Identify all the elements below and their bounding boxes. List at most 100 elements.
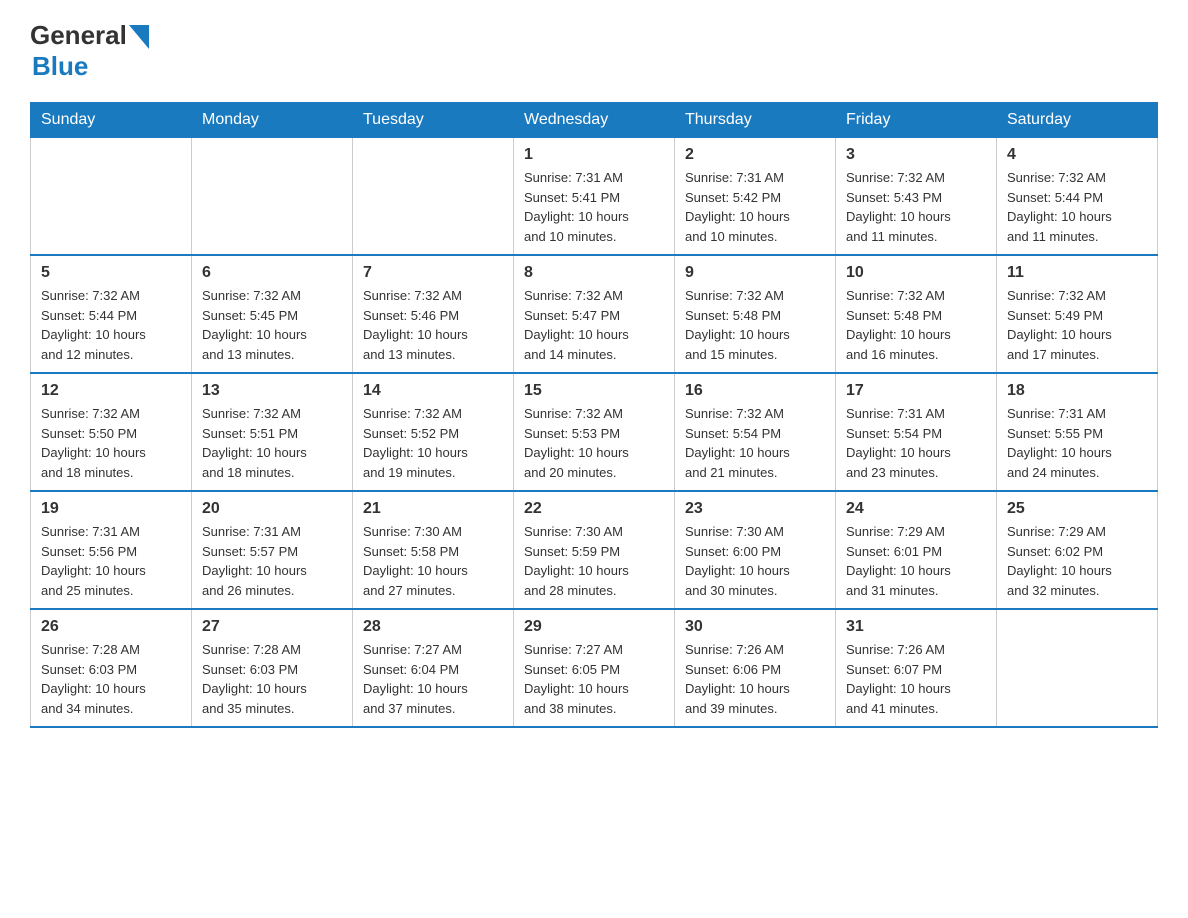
calendar-header-monday: Monday: [192, 103, 353, 138]
day-info: Sunrise: 7:31 AMSunset: 5:42 PMDaylight:…: [685, 168, 825, 246]
calendar-table: SundayMondayTuesdayWednesdayThursdayFrid…: [30, 102, 1158, 728]
day-number: 3: [846, 146, 986, 164]
logo-top-row: General: [30, 20, 149, 51]
day-info: Sunrise: 7:30 AMSunset: 5:58 PMDaylight:…: [363, 522, 503, 600]
calendar-header-tuesday: Tuesday: [353, 103, 514, 138]
day-number: 21: [363, 500, 503, 518]
calendar-cell: 17 Sunrise: 7:31 AMSunset: 5:54 PMDayligh…: [836, 373, 997, 491]
day-number: 8: [524, 264, 664, 282]
day-info: Sunrise: 7:30 AMSunset: 6:00 PMDaylight:…: [685, 522, 825, 600]
calendar-cell: [353, 138, 514, 256]
calendar-header-friday: Friday: [836, 103, 997, 138]
calendar-cell: [192, 138, 353, 256]
calendar-header-sunday: Sunday: [31, 103, 192, 138]
day-number: 22: [524, 500, 664, 518]
day-info: Sunrise: 7:32 AMSunset: 5:51 PMDaylight:…: [202, 404, 342, 482]
day-number: 26: [41, 618, 181, 636]
calendar-cell: 8 Sunrise: 7:32 AMSunset: 5:47 PMDaylight…: [514, 255, 675, 373]
calendar-cell: 29 Sunrise: 7:27 AMSunset: 6:05 PMDayligh…: [514, 609, 675, 727]
day-number: 18: [1007, 382, 1147, 400]
day-number: 17: [846, 382, 986, 400]
day-info: Sunrise: 7:28 AMSunset: 6:03 PMDaylight:…: [202, 640, 342, 718]
day-info: Sunrise: 7:27 AMSunset: 6:04 PMDaylight:…: [363, 640, 503, 718]
calendar-cell: 25Sunrise: 7:29 AMSunset: 6:02 PMDayligh…: [997, 491, 1158, 609]
calendar-cell: 13 Sunrise: 7:32 AMSunset: 5:51 PMDayligh…: [192, 373, 353, 491]
day-number: 20: [202, 500, 342, 518]
calendar-cell: 1Sunrise: 7:31 AMSunset: 5:41 PMDaylight…: [514, 138, 675, 256]
day-number: 6: [202, 264, 342, 282]
logo-triangle-icon: [129, 25, 149, 49]
day-info: Sunrise: 7:31 AMSunset: 5:41 PMDaylight:…: [524, 168, 664, 246]
calendar-cell: 12 Sunrise: 7:32 AMSunset: 5:50 PMDayligh…: [31, 373, 192, 491]
calendar-cell: 11 Sunrise: 7:32 AMSunset: 5:49 PMDayligh…: [997, 255, 1158, 373]
day-info: Sunrise: 7:32 AMSunset: 5:47 PMDaylight:…: [524, 286, 664, 364]
day-number: 11: [1007, 264, 1147, 282]
day-info: Sunrise: 7:32 AMSunset: 5:43 PMDaylight:…: [846, 168, 986, 246]
calendar-week-2: 5 Sunrise: 7:32 AMSunset: 5:44 PMDaylight…: [31, 255, 1158, 373]
day-info: Sunrise: 7:32 AMSunset: 5:52 PMDaylight:…: [363, 404, 503, 482]
calendar-cell: 19Sunrise: 7:31 AMSunset: 5:56 PMDayligh…: [31, 491, 192, 609]
day-number: 29: [524, 618, 664, 636]
day-number: 7: [363, 264, 503, 282]
calendar-week-1: 1Sunrise: 7:31 AMSunset: 5:41 PMDaylight…: [31, 138, 1158, 256]
calendar-cell: 16Sunrise: 7:32 AMSunset: 5:54 PMDayligh…: [675, 373, 836, 491]
day-info: Sunrise: 7:32 AMSunset: 5:50 PMDaylight:…: [41, 404, 181, 482]
day-info: Sunrise: 7:31 AMSunset: 5:55 PMDaylight:…: [1007, 404, 1147, 482]
calendar-cell: [997, 609, 1158, 727]
day-number: 15: [524, 382, 664, 400]
calendar-week-4: 19Sunrise: 7:31 AMSunset: 5:56 PMDayligh…: [31, 491, 1158, 609]
calendar-cell: 28Sunrise: 7:27 AMSunset: 6:04 PMDayligh…: [353, 609, 514, 727]
day-number: 13: [202, 382, 342, 400]
calendar-cell: 14 Sunrise: 7:32 AMSunset: 5:52 PMDayligh…: [353, 373, 514, 491]
logo: General Blue: [30, 20, 149, 82]
calendar-cell: 22 Sunrise: 7:30 AMSunset: 5:59 PMDayligh…: [514, 491, 675, 609]
calendar-header-thursday: Thursday: [675, 103, 836, 138]
day-number: 5: [41, 264, 181, 282]
day-info: Sunrise: 7:26 AMSunset: 6:06 PMDaylight:…: [685, 640, 825, 718]
calendar-cell: 9Sunrise: 7:32 AMSunset: 5:48 PMDaylight…: [675, 255, 836, 373]
day-number: 31: [846, 618, 986, 636]
calendar-header-saturday: Saturday: [997, 103, 1158, 138]
calendar-cell: 7 Sunrise: 7:32 AMSunset: 5:46 PMDaylight…: [353, 255, 514, 373]
day-info: Sunrise: 7:30 AMSunset: 5:59 PMDaylight:…: [524, 522, 664, 600]
calendar-cell: 31 Sunrise: 7:26 AMSunset: 6:07 PMDayligh…: [836, 609, 997, 727]
logo-general-text: General: [30, 20, 127, 51]
calendar-cell: 18 Sunrise: 7:31 AMSunset: 5:55 PMDayligh…: [997, 373, 1158, 491]
day-info: Sunrise: 7:32 AMSunset: 5:45 PMDaylight:…: [202, 286, 342, 364]
logo-blue-row: Blue: [32, 51, 88, 82]
calendar-cell: 10 Sunrise: 7:32 AMSunset: 5:48 PMDayligh…: [836, 255, 997, 373]
calendar-cell: 21 Sunrise: 7:30 AMSunset: 5:58 PMDayligh…: [353, 491, 514, 609]
day-number: 12: [41, 382, 181, 400]
day-number: 27: [202, 618, 342, 636]
day-info: Sunrise: 7:32 AMSunset: 5:49 PMDaylight:…: [1007, 286, 1147, 364]
day-info: Sunrise: 7:29 AMSunset: 6:01 PMDaylight:…: [846, 522, 986, 600]
calendar-header-wednesday: Wednesday: [514, 103, 675, 138]
day-info: Sunrise: 7:32 AMSunset: 5:44 PMDaylight:…: [41, 286, 181, 364]
calendar-cell: 3 Sunrise: 7:32 AMSunset: 5:43 PMDaylight…: [836, 138, 997, 256]
day-number: 14: [363, 382, 503, 400]
day-number: 23: [685, 500, 825, 518]
day-number: 24: [846, 500, 986, 518]
day-info: Sunrise: 7:32 AMSunset: 5:48 PMDaylight:…: [846, 286, 986, 364]
calendar-cell: 24 Sunrise: 7:29 AMSunset: 6:01 PMDayligh…: [836, 491, 997, 609]
day-info: Sunrise: 7:31 AMSunset: 5:56 PMDaylight:…: [41, 522, 181, 600]
calendar-cell: 6 Sunrise: 7:32 AMSunset: 5:45 PMDaylight…: [192, 255, 353, 373]
day-info: Sunrise: 7:32 AMSunset: 5:53 PMDaylight:…: [524, 404, 664, 482]
day-number: 10: [846, 264, 986, 282]
day-info: Sunrise: 7:27 AMSunset: 6:05 PMDaylight:…: [524, 640, 664, 718]
day-number: 25: [1007, 500, 1147, 518]
calendar-cell: 26Sunrise: 7:28 AMSunset: 6:03 PMDayligh…: [31, 609, 192, 727]
calendar-cell: 20 Sunrise: 7:31 AMSunset: 5:57 PMDayligh…: [192, 491, 353, 609]
day-info: Sunrise: 7:32 AMSunset: 5:46 PMDaylight:…: [363, 286, 503, 364]
day-number: 16: [685, 382, 825, 400]
calendar-cell: [31, 138, 192, 256]
day-info: Sunrise: 7:26 AMSunset: 6:07 PMDaylight:…: [846, 640, 986, 718]
day-number: 30: [685, 618, 825, 636]
calendar-cell: 5 Sunrise: 7:32 AMSunset: 5:44 PMDaylight…: [31, 255, 192, 373]
day-info: Sunrise: 7:31 AMSunset: 5:57 PMDaylight:…: [202, 522, 342, 600]
day-info: Sunrise: 7:31 AMSunset: 5:54 PMDaylight:…: [846, 404, 986, 482]
calendar-header-row: SundayMondayTuesdayWednesdayThursdayFrid…: [31, 103, 1158, 138]
calendar-cell: 4Sunrise: 7:32 AMSunset: 5:44 PMDaylight…: [997, 138, 1158, 256]
calendar-cell: 27 Sunrise: 7:28 AMSunset: 6:03 PMDayligh…: [192, 609, 353, 727]
calendar-cell: 15 Sunrise: 7:32 AMSunset: 5:53 PMDayligh…: [514, 373, 675, 491]
